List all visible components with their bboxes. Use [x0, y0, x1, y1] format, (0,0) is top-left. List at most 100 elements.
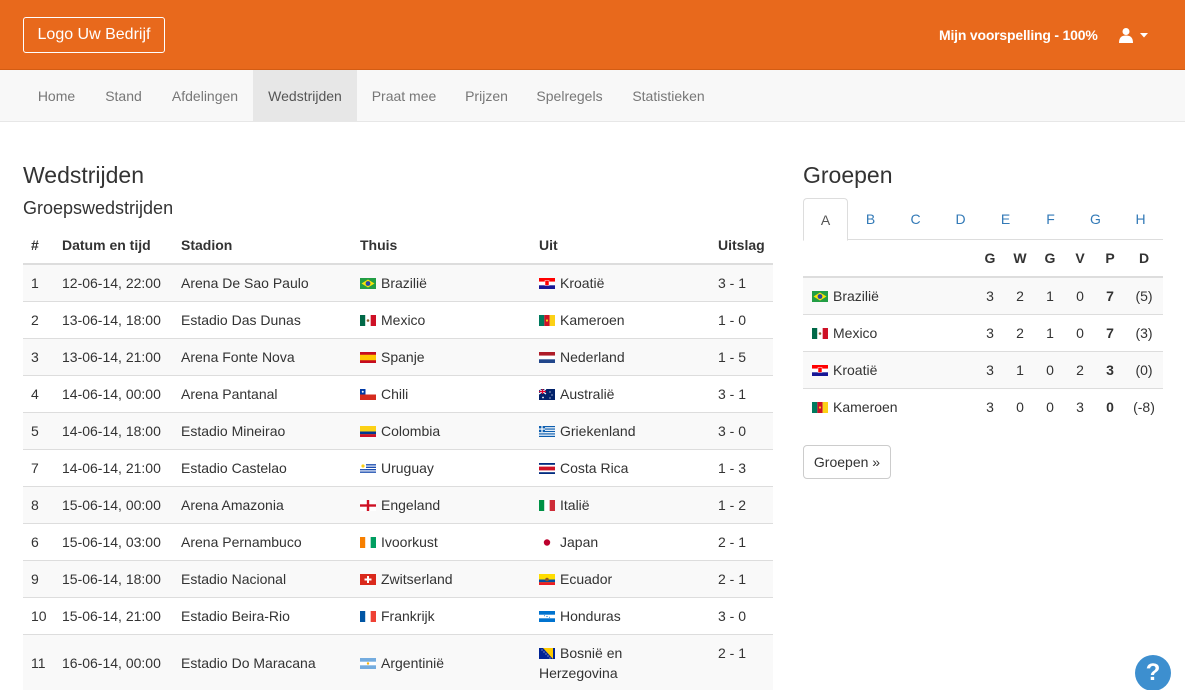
col-header-stadium: Stadion: [173, 227, 352, 265]
match-date: 12-06-14, 22:00: [54, 263, 173, 301]
group-standings-table: G W G V P D Brazilië 3 2 1 0 7 (5) Mexico 3 2 1 0 7(…: [803, 240, 1163, 425]
home-team-name: Uruguay: [381, 459, 434, 476]
nav-wedstrijden[interactable]: Wedstrijden: [253, 70, 357, 121]
nav-statistieken[interactable]: Statistieken: [617, 70, 720, 121]
stat-drawn: 1: [1035, 313, 1065, 351]
match-score: 3 - 1: [710, 263, 773, 301]
match-away-team: Griekenland: [531, 411, 710, 449]
tab-group-f[interactable]: F: [1028, 198, 1073, 240]
flag-ec-icon: [539, 573, 555, 585]
flag-br-icon: [812, 290, 828, 302]
match-away-team: Honduras: [531, 596, 710, 634]
match-date: 15-06-14, 18:00: [54, 559, 173, 597]
matches-subtitle: Groepswedstrijden: [23, 198, 174, 218]
nav-afdelingen[interactable]: Afdelingen: [157, 70, 253, 121]
tab-group-h[interactable]: H: [1118, 198, 1163, 240]
col-header-team: [803, 240, 975, 278]
col-header-drawn: G: [1035, 240, 1065, 278]
home-team-name: Spanje: [381, 348, 425, 365]
flag-es-icon: [360, 351, 376, 363]
match-stadium: Arena Amazonia: [173, 485, 352, 523]
home-team-name: Chili: [381, 385, 409, 402]
tab-group-c[interactable]: C: [893, 198, 938, 240]
nav-prijzen[interactable]: Prijzen: [451, 70, 522, 121]
stat-played: 3: [975, 313, 1005, 351]
stat-drawn: 1: [1035, 276, 1065, 314]
match-away-team: Costa Rica: [531, 448, 710, 486]
match-number: 4: [23, 374, 54, 412]
col-header-lost: V: [1065, 240, 1095, 278]
standings-team: Brazilië: [803, 276, 975, 314]
match-row: 8 15-06-14, 00:00 Arena Amazonia Engeland It…: [23, 485, 773, 523]
flag-en-icon: [360, 499, 376, 511]
tab-group-g[interactable]: G: [1073, 198, 1118, 240]
flag-co-icon: [360, 425, 376, 437]
flag-cl-icon: [360, 388, 376, 400]
stat-won: 0: [1005, 387, 1035, 425]
match-date: 13-06-14, 18:00: [54, 300, 173, 338]
my-prediction-link[interactable]: Mijn voorspelling - 100%: [939, 27, 1098, 43]
flag-hr-icon: [539, 277, 555, 289]
match-away-team: Bosnië en Herzegovina: [531, 633, 710, 690]
tab-group-d[interactable]: D: [938, 198, 983, 240]
home-team-name: Engeland: [381, 496, 441, 513]
groups-title: Groepen: [803, 162, 893, 188]
match-score: 3 - 0: [710, 596, 773, 634]
match-row: 11 16-06-14, 00:00 Estadio Do Maracana Arge…: [23, 633, 773, 690]
nav-stand[interactable]: Stand: [90, 70, 157, 121]
nav-spelregels[interactable]: Spelregels: [522, 70, 617, 121]
flag-uy-icon: [360, 462, 376, 474]
match-date: 14-06-14, 00:00: [54, 374, 173, 412]
user-menu-toggle[interactable]: [1118, 26, 1148, 44]
caret-down-icon: [1140, 32, 1148, 38]
match-row: 9 15-06-14, 18:00 Estadio Nacional Zwitserl…: [23, 559, 773, 597]
stat-points: 7: [1095, 276, 1125, 314]
match-row: 1 12-06-14, 22:00 Arena De Sao Paulo Brazil…: [23, 263, 773, 301]
home-team-name: Argentinië: [381, 654, 445, 671]
standings-team: Kroatië: [803, 350, 975, 388]
standings-row: Brazilië 3 2 1 0 7 (5): [803, 276, 1163, 314]
match-stadium: Arena Pernambuco: [173, 522, 352, 560]
top-header: Logo Uw Bedrijf Mijn voorspelling - 100%: [0, 0, 1185, 70]
stat-lost: 0: [1065, 313, 1095, 351]
flag-ch-icon: [360, 573, 376, 585]
standings-row: Mexico 3 2 1 0 7 (3): [803, 313, 1163, 351]
standings-team: Mexico: [803, 313, 975, 351]
match-row: 7 14-06-14, 21:00 Estadio Castelao Uruguay C…: [23, 448, 773, 486]
nav-praat-mee[interactable]: Praat mee: [357, 70, 451, 121]
match-home-team: Ivoorkust: [352, 522, 531, 560]
col-header-number: #: [23, 227, 54, 265]
away-team-name: Costa Rica: [560, 459, 629, 476]
match-home-team: Uruguay: [352, 448, 531, 486]
match-score: 1 - 0: [710, 300, 773, 338]
match-stadium: Estadio Beira-Rio: [173, 596, 352, 634]
match-row: 6 15-06-14, 03:00 Arena Pernambuco Ivoorkus…: [23, 522, 773, 560]
match-stadium: Arena Fonte Nova: [173, 337, 352, 375]
matches-header-row: # Datum en tijd Stadion Thuis Uit Uitsla…: [23, 227, 773, 265]
away-team-name: Australië: [560, 385, 615, 402]
match-score: 3 - 1: [710, 374, 773, 412]
match-date: 16-06-14, 00:00: [54, 633, 173, 690]
tab-group-a[interactable]: A: [803, 198, 848, 241]
col-header-goal-diff: D: [1125, 240, 1163, 278]
away-team-name: Japan: [560, 533, 599, 550]
nav-home[interactable]: Home: [23, 70, 90, 121]
help-icon[interactable]: ?: [1135, 655, 1171, 690]
tab-group-b[interactable]: B: [848, 198, 893, 240]
stat-goal-diff: (0): [1125, 350, 1163, 388]
stat-played: 3: [975, 350, 1005, 388]
match-number: 3: [23, 337, 54, 375]
flag-hn-icon: [539, 610, 555, 622]
flag-it-icon: [539, 499, 555, 511]
team-name: Mexico: [833, 324, 878, 341]
match-number: 7: [23, 448, 54, 486]
match-stadium: Arena Pantanal: [173, 374, 352, 412]
user-icon: [1118, 27, 1134, 43]
company-logo-button[interactable]: Logo Uw Bedrijf: [23, 17, 165, 53]
stat-goal-diff: (3): [1125, 313, 1163, 351]
stat-drawn: 0: [1035, 350, 1065, 388]
tab-group-e[interactable]: E: [983, 198, 1028, 240]
match-number: 5: [23, 411, 54, 449]
groups-button[interactable]: Groepen »: [803, 445, 891, 479]
flag-ci-icon: [360, 536, 376, 548]
